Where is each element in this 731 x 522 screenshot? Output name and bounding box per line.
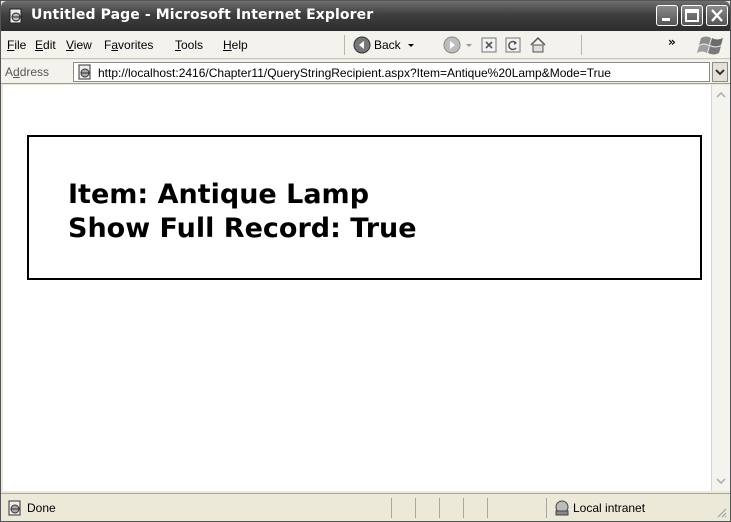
address-label: Address	[5, 65, 50, 79]
title-bar[interactable]: Untitled Page - Microsoft Internet Explo…	[1, 1, 730, 31]
item-text: Item: Antique Lamp	[68, 179, 370, 210]
content-box: Item: Antique Lamp Show Full Record: Tru…	[27, 135, 702, 280]
back-button[interactable]: Back	[353, 34, 417, 56]
home-icon	[530, 36, 546, 53]
toolbar-separator	[581, 35, 582, 55]
menu-edit[interactable]: Edit	[35, 38, 56, 52]
status-divider	[546, 498, 547, 518]
stop-icon	[481, 37, 497, 53]
ie-page-icon	[8, 500, 21, 516]
window-title: Untitled Page - Microsoft Internet Explo…	[31, 7, 374, 23]
vertical-scrollbar[interactable]	[711, 85, 730, 491]
menu-bar: File Edit View Favorites Tools Help Back	[1, 31, 730, 59]
intranet-zone-icon	[555, 500, 569, 516]
back-arrow-icon	[353, 36, 371, 54]
refresh-icon	[505, 37, 521, 53]
minimize-icon	[662, 18, 670, 21]
address-bar: Address http://localhost:2416/Chapter11/…	[1, 60, 730, 84]
close-icon	[711, 9, 723, 22]
maximize-icon	[685, 9, 699, 22]
menu-tools[interactable]: Tools	[175, 38, 203, 52]
menu-view[interactable]: View	[66, 38, 92, 52]
status-divider	[487, 498, 488, 518]
browser-window: Untitled Page - Microsoft Internet Explo…	[0, 0, 731, 522]
chevron-down-icon	[715, 69, 725, 76]
forward-arrow-icon	[443, 36, 461, 54]
status-bar: Done Local intranet	[1, 493, 730, 521]
show-full-record-text: Show Full Record: True	[68, 213, 417, 244]
windows-logo-icon	[697, 36, 723, 55]
toolbar-overflow-button[interactable]: »	[668, 35, 676, 49]
back-dropdown-icon[interactable]	[405, 40, 417, 50]
forward-dropdown-icon[interactable]	[463, 40, 475, 50]
maximize-button[interactable]	[681, 5, 703, 26]
minimize-button[interactable]	[656, 5, 678, 26]
security-zone-text: Local intranet	[573, 501, 646, 515]
menu-help[interactable]: Help	[223, 38, 248, 52]
scroll-down-icon[interactable]	[713, 473, 729, 489]
resize-grip-icon[interactable]	[715, 506, 727, 518]
status-text: Done	[27, 501, 56, 515]
close-button[interactable]	[706, 5, 728, 26]
address-input[interactable]: http://localhost:2416/Chapter11/QueryStr…	[73, 62, 710, 82]
address-url: http://localhost:2416/Chapter11/QueryStr…	[98, 66, 611, 80]
status-divider	[415, 498, 416, 518]
forward-button[interactable]	[443, 34, 475, 56]
menu-favorites[interactable]: Favorites	[104, 38, 153, 52]
status-divider	[439, 498, 440, 518]
menu-file[interactable]: File	[7, 38, 26, 52]
status-divider	[463, 498, 464, 518]
stop-button[interactable]	[481, 34, 497, 56]
address-dropdown-button[interactable]	[712, 62, 728, 82]
page-viewport: Item: Antique Lamp Show Full Record: Tru…	[3, 85, 711, 491]
home-button[interactable]	[529, 34, 547, 56]
refresh-button[interactable]	[505, 34, 521, 56]
ie-page-icon	[78, 64, 91, 80]
toolbar-separator	[344, 35, 345, 55]
status-divider	[391, 498, 392, 518]
scroll-up-icon[interactable]	[713, 87, 729, 103]
ie-page-icon	[9, 8, 22, 24]
back-label: Back	[374, 38, 401, 52]
